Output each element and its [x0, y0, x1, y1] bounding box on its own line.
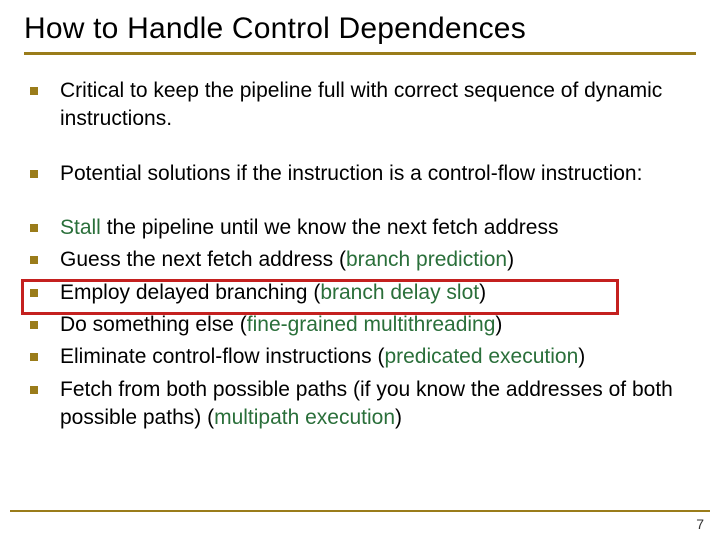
accent-text: predicated execution: [384, 345, 578, 368]
title-underline: [24, 52, 696, 55]
bullet-item: Employ delayed branching (branch delay s…: [30, 279, 696, 307]
square-bullet-icon: [30, 256, 38, 264]
bullet-item: Fetch from both possible paths (if you k…: [30, 376, 696, 433]
bullet-text: Critical to keep the pipeline full with …: [60, 77, 696, 134]
bullet-text: Guess the next fetch address (branch pre…: [60, 246, 514, 274]
bullet-text-pre: Employ delayed branching (: [60, 281, 320, 304]
bullet-text-pre: Do something else (: [60, 313, 247, 336]
bullet-text: Employ delayed branching (branch delay s…: [60, 279, 486, 307]
bullet-text: Do something else (fine-grained multithr…: [60, 311, 502, 339]
footer-underline: [10, 510, 710, 512]
bullet-item: Guess the next fetch address (branch pre…: [30, 246, 696, 274]
bullet-text: Stall the pipeline until we know the nex…: [60, 214, 558, 242]
slide: How to Handle Control Dependences Critic…: [0, 0, 720, 540]
square-bullet-icon: [30, 321, 38, 329]
square-bullet-icon: [30, 386, 38, 394]
bullet-item: Eliminate control-flow instructions (pre…: [30, 343, 696, 371]
accent-text: branch delay slot: [320, 281, 479, 304]
square-bullet-icon: [30, 289, 38, 297]
square-bullet-icon: [30, 224, 38, 232]
bullet-text-post: ): [395, 406, 402, 429]
accent-text: multipath execution: [214, 406, 395, 429]
bullet-text-post: ): [479, 281, 486, 304]
bullet-text-pre: Eliminate control-flow instructions (: [60, 345, 384, 368]
page-number: 7: [696, 516, 704, 532]
slide-title: How to Handle Control Dependences: [24, 12, 696, 46]
bullet-text-post: ): [495, 313, 502, 336]
square-bullet-icon: [30, 170, 38, 178]
accent-text: Stall: [60, 216, 101, 239]
accent-text: fine-grained multithreading: [247, 313, 496, 336]
bullet-text-pre: Guess the next fetch address (: [60, 248, 346, 271]
bullet-item: Critical to keep the pipeline full with …: [30, 77, 696, 134]
bullet-item: Do something else (fine-grained multithr…: [30, 311, 696, 339]
bullet-text: Eliminate control-flow instructions (pre…: [60, 343, 585, 371]
bullet-item: Stall the pipeline until we know the nex…: [30, 214, 696, 242]
square-bullet-icon: [30, 353, 38, 361]
bullet-item: Potential solutions if the instruction i…: [30, 160, 696, 188]
bullet-text-post: ): [578, 345, 585, 368]
square-bullet-icon: [30, 87, 38, 95]
content-area: Critical to keep the pipeline full with …: [24, 77, 696, 432]
accent-text: branch prediction: [346, 248, 507, 271]
bullet-text-rest: the pipeline until we know the next fetc…: [101, 216, 559, 239]
bullet-text: Potential solutions if the instruction i…: [60, 160, 642, 188]
bullet-text-post: ): [507, 248, 514, 271]
bullet-text: Fetch from both possible paths (if you k…: [60, 376, 696, 433]
